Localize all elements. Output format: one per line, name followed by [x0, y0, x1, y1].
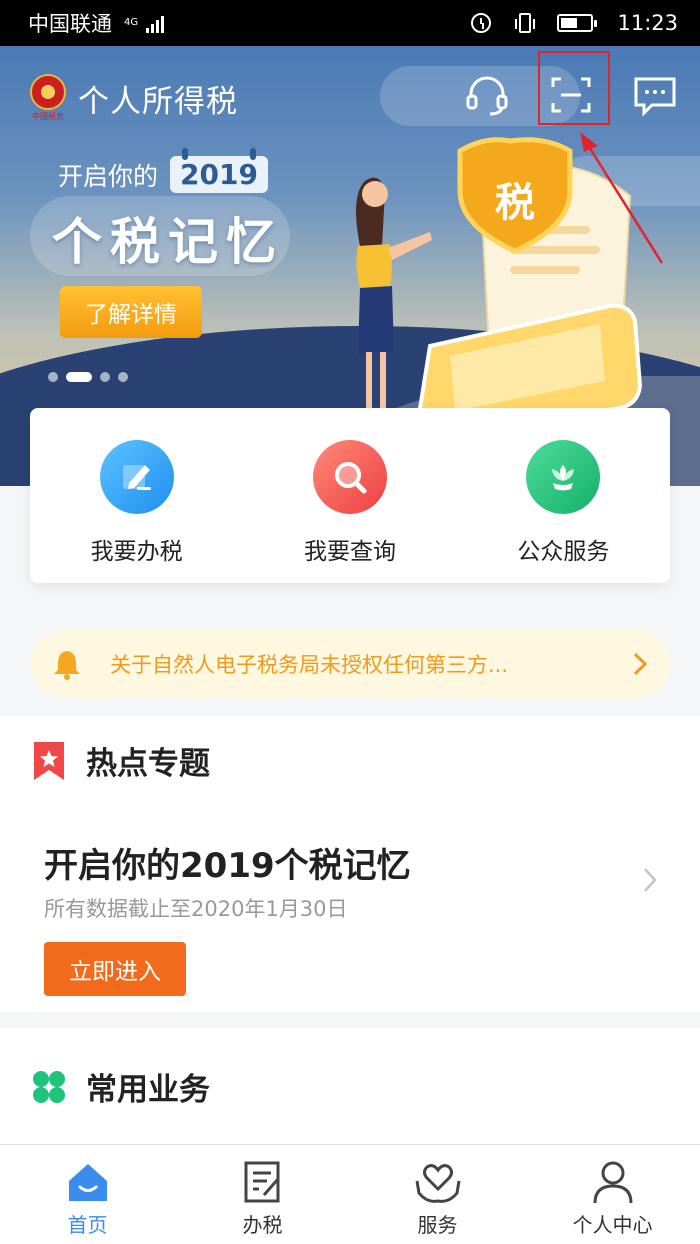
- learn-more-button[interactable]: 了解详情: [60, 286, 202, 338]
- promo-subtitle: 开启你的 2019: [58, 148, 268, 193]
- chevron-right-icon[interactable]: [642, 866, 658, 894]
- tab-personal-center[interactable]: 个人中心: [525, 1145, 700, 1244]
- annotation-arrow: [580, 132, 664, 264]
- quick-action-public-service[interactable]: 公众服务: [457, 408, 670, 583]
- home-icon: [68, 1164, 107, 1201]
- carousel-indicator: [48, 372, 128, 382]
- carousel-dot[interactable]: [48, 372, 58, 382]
- carrier-label: 中国联通: [28, 12, 112, 36]
- app-brand: 中国税务 个人所得税: [28, 74, 238, 122]
- clock: 11:23: [617, 11, 678, 35]
- person-icon: [593, 1161, 632, 1204]
- enter-now-button[interactable]: 立即进入: [44, 942, 186, 996]
- calendar-year-tag: 2019: [170, 148, 268, 193]
- bell-icon: [54, 651, 80, 680]
- carousel-dot[interactable]: [100, 372, 110, 382]
- common-services-section: 常用业务: [0, 1028, 700, 1144]
- tab-label: 服务: [417, 1213, 458, 1237]
- grid-clover-icon: [33, 1070, 65, 1103]
- section-title-hot-topics: 热点专题: [86, 746, 210, 782]
- message-icon[interactable]: [630, 70, 680, 120]
- quick-actions-card: 我要办税 我要查询 公众服务: [30, 408, 670, 583]
- signal-icon: [146, 13, 165, 33]
- vibrate-icon: [515, 13, 536, 33]
- battery-icon: [557, 14, 598, 32]
- topic-subtitle: 所有数据截止至2020年1月30日: [44, 897, 348, 921]
- document-icon: [244, 1161, 279, 1203]
- headset-icon[interactable]: [462, 70, 512, 120]
- status-bar: 中国联通 4G 11:23: [0, 0, 700, 46]
- heart-hands-icon: [415, 1164, 460, 1203]
- bottom-tab-bar: 首页 办税 服务 个人中心: [0, 1144, 700, 1244]
- carousel-dot[interactable]: [118, 372, 128, 382]
- section-title-common-services: 常用业务: [86, 1072, 210, 1108]
- tax-badge-text: 税: [495, 180, 535, 226]
- tab-label: 办税: [242, 1213, 283, 1237]
- tab-tax[interactable]: 办税: [175, 1145, 350, 1244]
- carousel-dot[interactable]: [66, 372, 92, 382]
- quick-action-label: 公众服务: [517, 539, 610, 565]
- quick-action-label: 我要查询: [303, 539, 396, 565]
- promo-title: 个税记忆: [52, 213, 284, 271]
- scan-icon-highlight-box: [538, 51, 610, 125]
- notice-bar[interactable]: 关于自然人电子税务局未授权任何第三方...: [30, 630, 670, 698]
- quick-action-pay-tax[interactable]: 我要办税: [30, 408, 243, 583]
- chevron-right-icon: [633, 652, 648, 676]
- topic-title[interactable]: 开启你的2019个税记忆: [44, 838, 411, 887]
- tax-emblem-icon: 中国税务: [28, 74, 68, 122]
- quick-action-query[interactable]: 我要查询: [243, 408, 456, 583]
- flower-icon: [526, 440, 601, 514]
- tab-home[interactable]: 首页: [0, 1145, 175, 1244]
- promo-line1-text: 开启你的: [58, 161, 159, 191]
- app-title: 个人所得税: [78, 83, 238, 120]
- tab-service[interactable]: 服务: [350, 1145, 525, 1244]
- pen-icon: [99, 440, 174, 514]
- tab-label: 个人中心: [572, 1213, 653, 1237]
- network-type: 4G: [124, 17, 139, 28]
- tab-label: 首页: [67, 1213, 108, 1237]
- alarm-icon: [471, 13, 492, 33]
- notice-text: 关于自然人电子税务局未授权任何第三方...: [110, 653, 509, 677]
- bookmark-star-icon: [34, 741, 64, 780]
- quick-action-label: 我要办税: [90, 539, 183, 565]
- search-icon: [312, 440, 387, 514]
